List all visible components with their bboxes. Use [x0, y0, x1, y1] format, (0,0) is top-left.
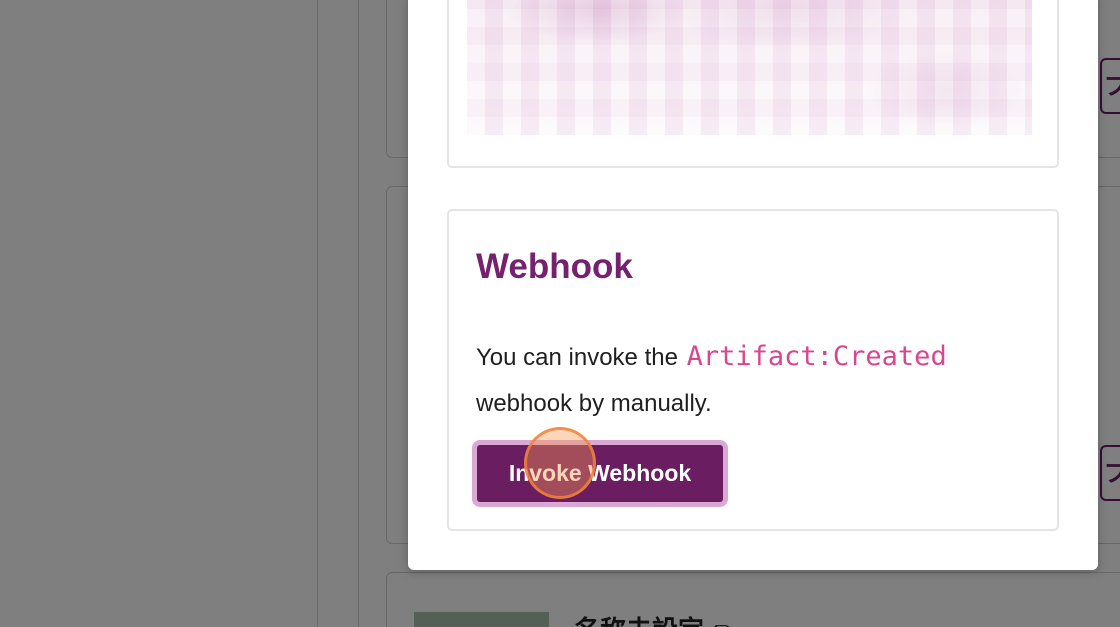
- image-preview-card: [447, 0, 1059, 168]
- webhook-card: Webhook You can invoke the Artifact:Crea…: [447, 209, 1059, 531]
- webhook-event-name: Artifact:Created: [686, 341, 947, 372]
- artifact-detail-modal: Webhook You can invoke the Artifact:Crea…: [408, 0, 1098, 570]
- pixelated-overlay: [467, 0, 1032, 135]
- webhook-title: Webhook: [476, 247, 633, 286]
- artifact-image-preview: [467, 0, 1032, 135]
- webhook-description-before: You can invoke the: [476, 344, 678, 371]
- invoke-webhook-button[interactable]: Invoke Webhook: [472, 440, 728, 507]
- webhook-description: You can invoke the Artifact:Created webho…: [476, 334, 1036, 427]
- webhook-description-after: webhook by manually.: [476, 390, 712, 417]
